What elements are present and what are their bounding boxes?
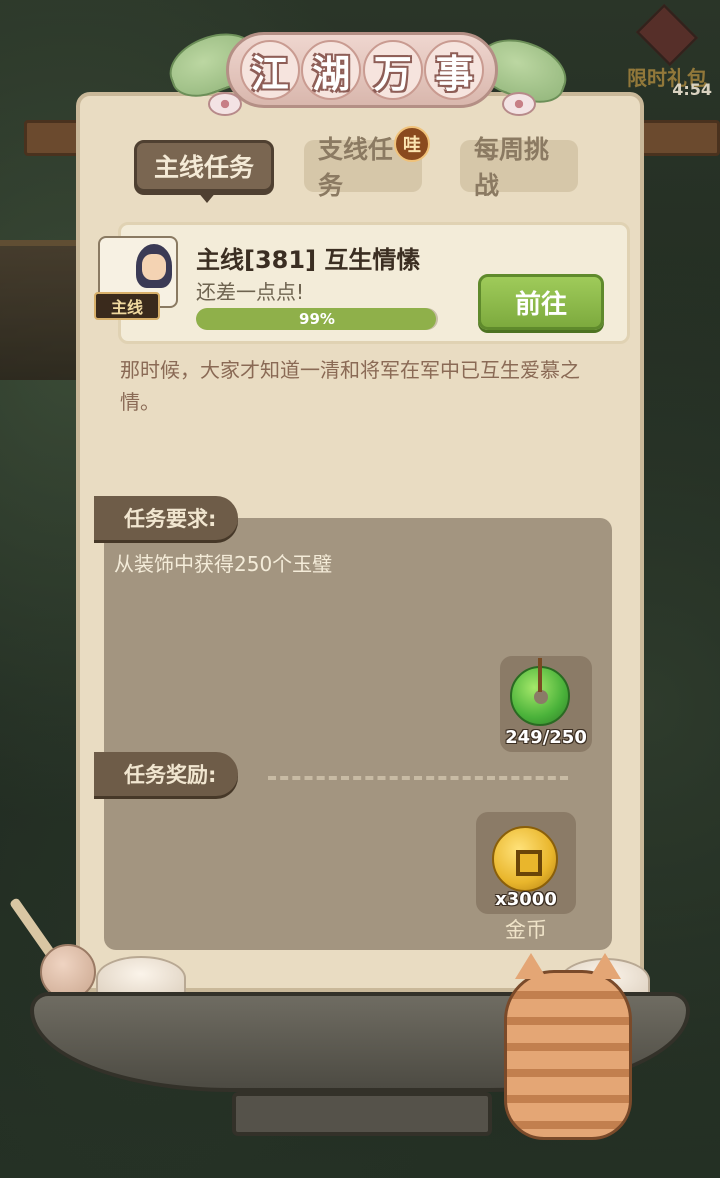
fishcake-icon <box>208 92 242 116</box>
quest-portrait: 主线 <box>94 232 186 326</box>
title-char: 万 <box>362 40 423 100</box>
reward-item-count: x3000 <box>495 889 557 910</box>
tab-main-quest[interactable]: 主线任务 <box>134 140 274 203</box>
cat-mascot-icon <box>504 953 632 1140</box>
bowl-base <box>232 1092 492 1136</box>
scroll-rod-left <box>24 120 84 156</box>
quest-progress-bar: 99% <box>196 308 438 330</box>
quest-title: 主线[381] 互生情愫 <box>196 246 421 274</box>
title-char: 事 <box>424 40 485 100</box>
tab-label: 每周挑战 <box>474 135 550 200</box>
requirement-text: 从装饰中获得250个玉璧 <box>114 552 333 576</box>
reward-item-slot[interactable]: x3000 <box>476 812 576 914</box>
jade-string-icon <box>538 658 542 692</box>
progress-label: 99% <box>299 310 335 328</box>
requirement-item-count: 249/250 <box>505 727 587 748</box>
quest-subtitle: 还差一点点! <box>196 280 305 304</box>
requirement-item-slot[interactable]: 249/250 <box>500 656 592 752</box>
background-building <box>0 240 80 380</box>
cat-ear-icon <box>515 953 547 979</box>
tab-label: 主线任务 <box>153 153 254 182</box>
scroll-rod-right <box>640 120 720 156</box>
gift-box-icon <box>635 3 699 67</box>
quest-type-tag: 主线 <box>94 292 160 320</box>
reward-item-name: 金币 <box>505 918 547 942</box>
cat-ear-icon <box>589 953 621 979</box>
new-badge: 哇 <box>394 126 430 162</box>
tab-side-quest[interactable]: 支线任务 哇 <box>304 126 430 200</box>
requirements-label: 任务要求: <box>94 496 239 540</box>
timed-gift-timer: 4:54 <box>672 80 712 99</box>
character-face-icon <box>142 254 166 280</box>
divider <box>268 776 568 780</box>
tab-weekly-challenge[interactable]: 每周挑战 <box>460 135 578 200</box>
title-char: 江 <box>239 40 300 100</box>
quest-description: 那时候，大家才知道一清和将军在军中已互生爱慕之情。 <box>120 358 580 414</box>
title-char: 湖 <box>301 40 362 100</box>
go-button[interactable]: 前往 <box>478 274 604 330</box>
panel-title: 江 湖 万 事 <box>161 22 575 120</box>
rewards-label: 任务奖励: <box>94 752 239 796</box>
fishcake-icon <box>502 92 536 116</box>
gold-coin-icon <box>492 826 558 892</box>
title-plate: 江 湖 万 事 <box>226 32 498 108</box>
